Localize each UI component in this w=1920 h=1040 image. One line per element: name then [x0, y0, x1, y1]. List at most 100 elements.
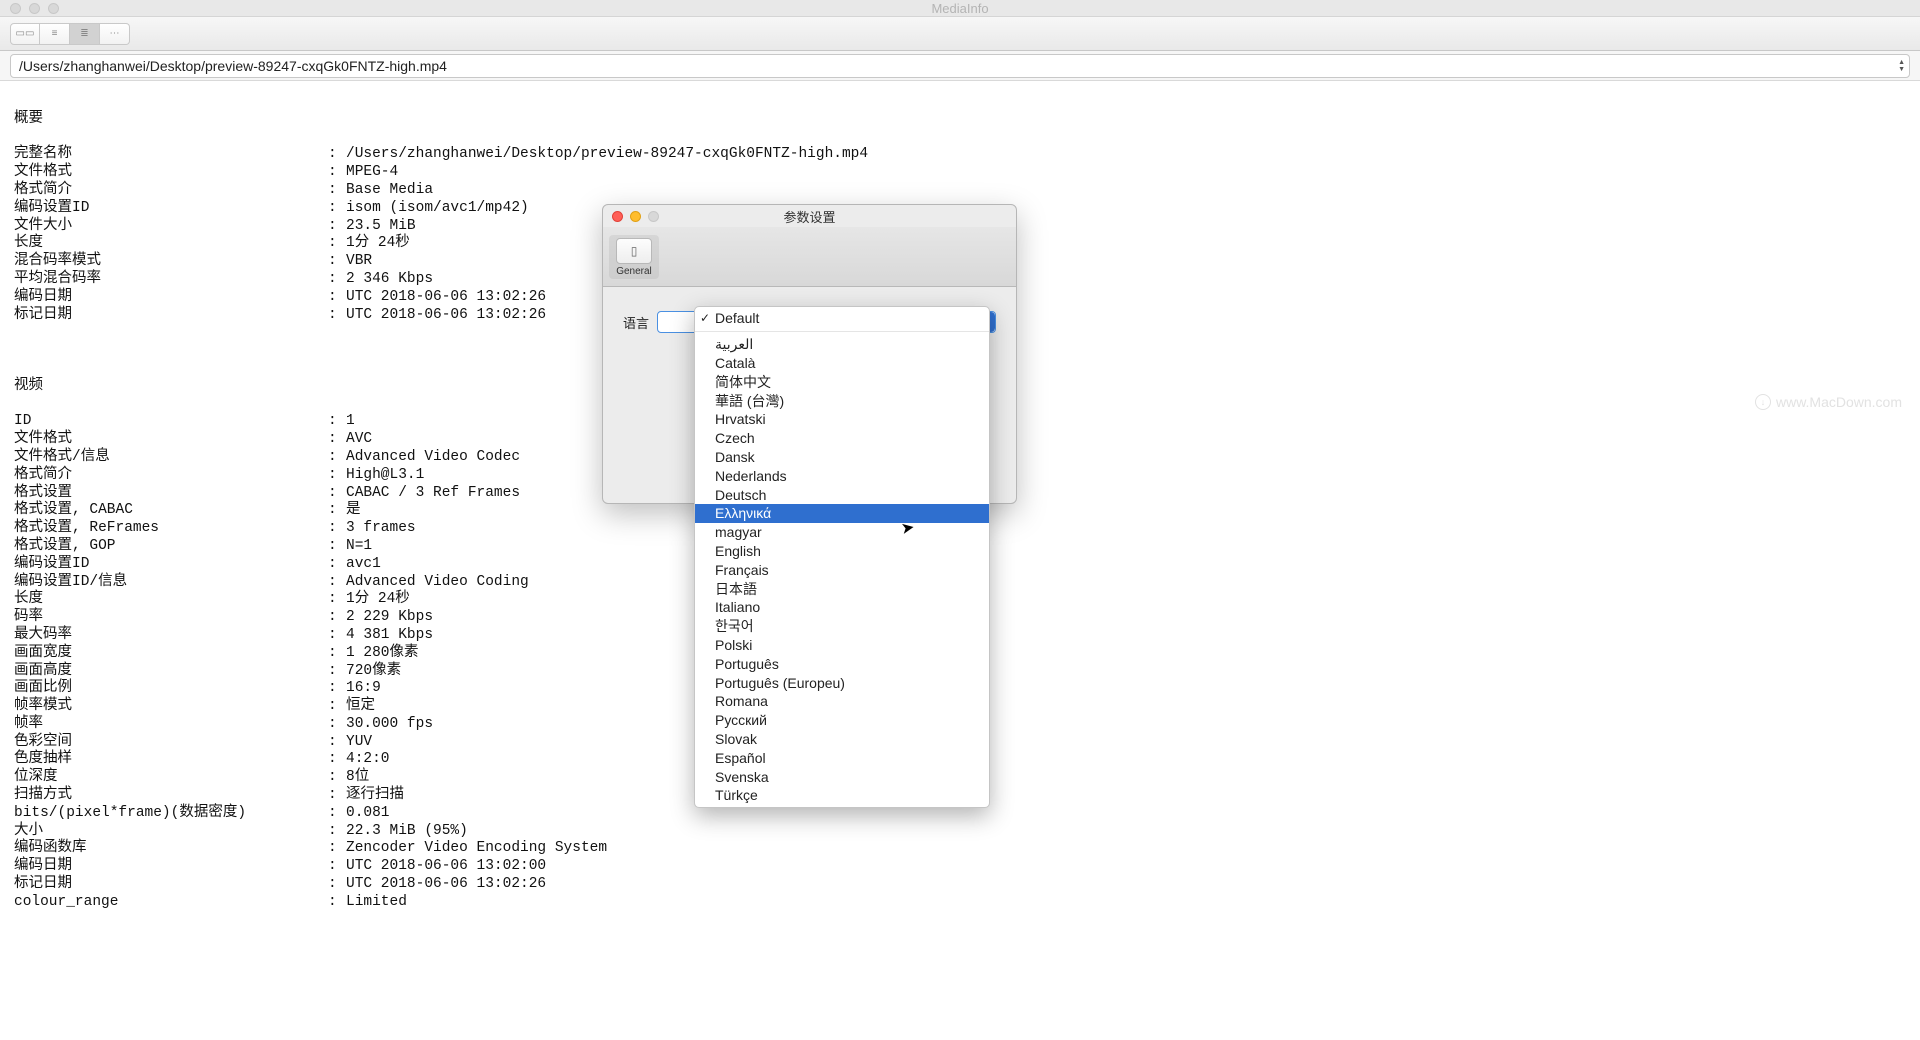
- info-separator: :: [328, 289, 346, 307]
- language-option[interactable]: العربية: [695, 335, 989, 354]
- language-dropdown: Default العربيةCatalà简体中文華語 (台灣)HrvatskiC…: [694, 306, 990, 808]
- info-label: 编码函数库: [14, 840, 328, 858]
- info-separator: :: [328, 146, 346, 164]
- window-title: MediaInfo: [931, 1, 988, 16]
- language-option[interactable]: Português (Europeu): [695, 673, 989, 692]
- info-label: 格式设置, GOP: [14, 538, 328, 556]
- info-label: 格式设置, CABAC: [14, 502, 328, 520]
- info-label: 编码设置ID: [14, 556, 328, 574]
- info-value: UTC 2018-06-06 13:02:26: [346, 289, 1906, 307]
- language-option[interactable]: English: [695, 542, 989, 561]
- prefs-zoom-button[interactable]: [648, 211, 659, 222]
- info-label: 大小: [14, 823, 328, 841]
- info-label: 帧率模式: [14, 698, 328, 716]
- language-option[interactable]: 日本語: [695, 579, 989, 598]
- info-row: 格式简介: Base Media: [14, 182, 1906, 200]
- info-label: 格式设置: [14, 485, 328, 503]
- info-row: 完整名称: /Users/zhanghanwei/Desktop/preview…: [14, 146, 1906, 164]
- minimize-dot[interactable]: [29, 3, 40, 14]
- info-value: 4 381 Kbps: [346, 627, 1906, 645]
- info-separator: :: [328, 235, 346, 253]
- info-value: 1分 24秒: [346, 591, 1906, 609]
- main-titlebar: MediaInfo: [0, 0, 1920, 17]
- info-separator: :: [328, 716, 346, 734]
- info-separator: :: [328, 253, 346, 271]
- info-separator: :: [328, 805, 346, 823]
- view-list-button[interactable]: ≡: [40, 23, 70, 45]
- zoom-dot[interactable]: [48, 3, 59, 14]
- language-option[interactable]: Français: [695, 560, 989, 579]
- language-option[interactable]: Português: [695, 654, 989, 673]
- info-label: 文件格式/信息: [14, 449, 328, 467]
- info-separator: :: [328, 431, 346, 449]
- close-dot[interactable]: [10, 3, 21, 14]
- info-label: 格式简介: [14, 182, 328, 200]
- info-separator: :: [328, 591, 346, 609]
- language-option[interactable]: Default: [695, 309, 989, 328]
- info-value: 8位: [346, 769, 1906, 787]
- info-separator: :: [328, 467, 346, 485]
- info-value: UTC 2018-06-06 13:02:26: [346, 307, 1906, 325]
- info-separator: :: [328, 538, 346, 556]
- info-separator: :: [328, 787, 346, 805]
- info-separator: :: [328, 769, 346, 787]
- language-option[interactable]: 한국어: [695, 617, 989, 636]
- language-option[interactable]: Polski: [695, 636, 989, 655]
- prefs-tab-general[interactable]: ▯ General: [609, 235, 659, 279]
- info-row: 大小: 22.3 MiB (95%): [14, 823, 1906, 841]
- language-option[interactable]: Italiano: [695, 598, 989, 617]
- info-label: 编码日期: [14, 858, 328, 876]
- language-option[interactable]: Hrvatski: [695, 410, 989, 429]
- info-separator: :: [328, 894, 346, 912]
- info-value: 1分 24秒: [346, 235, 1906, 253]
- info-separator: :: [328, 574, 346, 592]
- info-label: 画面比例: [14, 680, 328, 698]
- info-separator: :: [328, 823, 346, 841]
- info-value: 0.081: [346, 805, 1906, 823]
- language-option[interactable]: 简体中文: [695, 372, 989, 391]
- prefs-titlebar: 参数设置: [603, 205, 1016, 227]
- language-option[interactable]: magyar: [695, 523, 989, 542]
- language-option[interactable]: Romana: [695, 692, 989, 711]
- info-separator: :: [328, 858, 346, 876]
- prefs-toolbar: ▯ General: [603, 227, 1016, 287]
- info-value: UTC 2018-06-06 13:02:26: [346, 876, 1906, 894]
- prefs-close-button[interactable]: [612, 211, 623, 222]
- language-option[interactable]: Svenska: [695, 767, 989, 786]
- info-value: UTC 2018-06-06 13:02:00: [346, 858, 1906, 876]
- language-option[interactable]: Nederlands: [695, 466, 989, 485]
- language-option[interactable]: Ελληνικά: [695, 504, 989, 523]
- info-label: 码率: [14, 609, 328, 627]
- language-option[interactable]: Català: [695, 354, 989, 373]
- language-option[interactable]: Dansk: [695, 448, 989, 467]
- info-value: 23.5 MiB: [346, 218, 1906, 236]
- language-option[interactable]: Español: [695, 748, 989, 767]
- view-columns-button[interactable]: ≣: [70, 23, 100, 45]
- prefs-tab-general-label: General: [616, 266, 652, 277]
- info-value: 恒定: [346, 698, 1906, 716]
- info-value: Zencoder Video Encoding System: [346, 840, 1906, 858]
- info-separator: :: [328, 307, 346, 325]
- language-option[interactable]: Deutsch: [695, 485, 989, 504]
- file-path-input[interactable]: /Users/zhanghanwei/Desktop/preview-89247…: [10, 54, 1910, 78]
- language-option[interactable]: Türkçe: [695, 786, 989, 805]
- watermark-text: www.MacDown.com: [1776, 394, 1902, 410]
- path-stepper-icon[interactable]: ▲▼: [1898, 59, 1905, 73]
- info-row: colour_range: Limited: [14, 894, 1906, 912]
- file-path-text: /Users/zhanghanwei/Desktop/preview-89247…: [19, 58, 447, 74]
- info-label: 格式简介: [14, 467, 328, 485]
- info-separator: :: [328, 449, 346, 467]
- prefs-minimize-button[interactable]: [630, 211, 641, 222]
- info-label: ID: [14, 413, 328, 431]
- info-label: 扫描方式: [14, 787, 328, 805]
- language-option[interactable]: Czech: [695, 429, 989, 448]
- info-label: 完整名称: [14, 146, 328, 164]
- view-more-button[interactable]: ⋯: [100, 23, 130, 45]
- info-label: 标记日期: [14, 307, 328, 325]
- language-option[interactable]: Slovak: [695, 730, 989, 749]
- info-label: 画面宽度: [14, 645, 328, 663]
- language-option[interactable]: Русский: [695, 711, 989, 730]
- info-value: 是: [346, 502, 1906, 520]
- language-option[interactable]: 華語 (台灣): [695, 391, 989, 410]
- view-icon-button[interactable]: ▭▭: [10, 23, 40, 45]
